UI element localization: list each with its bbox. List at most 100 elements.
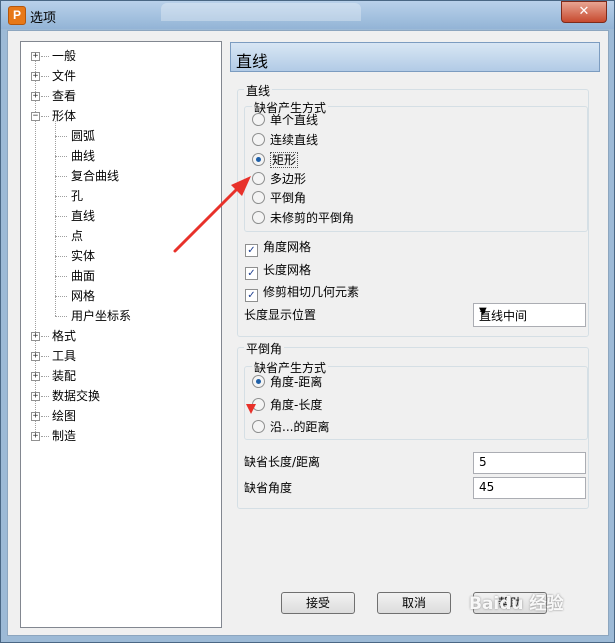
expand-icon[interactable]: + [31, 92, 40, 101]
tree-item[interactable]: 工具 [52, 347, 76, 365]
radio-button[interactable] [252, 172, 265, 185]
tree-connector [55, 136, 67, 137]
radio-angle-distance[interactable]: 角度-距离 [252, 373, 322, 391]
radio-label: 多边形 [270, 172, 307, 186]
length-position-dropdown[interactable]: 直线中间 ▼ [473, 303, 586, 327]
tree-item-label: 一般 [52, 49, 77, 63]
radio-untrimmed-chamfer[interactable]: 未修剪的平倒角 [252, 209, 354, 227]
cancel-button[interactable]: 取消 [377, 592, 451, 614]
expand-icon[interactable]: + [31, 352, 40, 361]
pane-title: 直线 [236, 52, 269, 71]
tree-connector [55, 236, 67, 237]
accept-button[interactable]: 接受 [281, 592, 355, 614]
radio-button[interactable] [252, 211, 265, 224]
title-bar[interactable]: P 选项 ✕ [1, 1, 614, 29]
radio-button[interactable] [252, 420, 265, 433]
radio-polygon[interactable]: 多边形 [252, 170, 306, 188]
checkbox[interactable]: ✓ [245, 267, 258, 280]
radio-button[interactable] [252, 133, 265, 146]
tree-item[interactable]: 实体 [71, 247, 95, 265]
radio-angle-length[interactable]: 角度-长度 [252, 396, 322, 414]
tree-item[interactable]: 格式 [52, 327, 76, 345]
collapse-icon[interactable]: − [31, 112, 40, 121]
tree-item[interactable]: 装配 [52, 367, 76, 385]
radio-continuous-line[interactable]: 连续直线 [252, 131, 318, 149]
tree-connector [41, 96, 49, 97]
tree-connector [41, 336, 49, 337]
tree-item[interactable]: 复合曲线 [71, 167, 119, 185]
close-button[interactable]: ✕ [561, 1, 607, 23]
radio-button-selected[interactable] [252, 375, 265, 388]
tree-item[interactable]: 文件 [52, 67, 76, 85]
checkbox-length-grid[interactable]: ✓ 长度网格 [245, 261, 311, 280]
radio-label: 连续直线 [270, 133, 319, 147]
tree-item[interactable]: 孔 [71, 187, 83, 205]
tree-item-label: 曲面 [71, 269, 96, 283]
tree-connector [55, 316, 67, 317]
chamfer-group-label: 平倒角 [244, 340, 285, 357]
tree-item-label: 工具 [52, 349, 77, 363]
tree-connector [41, 436, 49, 437]
line-group-label: 直线 [244, 82, 273, 99]
tree-item-label: 孔 [71, 189, 84, 203]
radio-single-line[interactable]: 单个直线 [252, 111, 318, 129]
tree-item-label: 绘图 [52, 409, 77, 423]
tree-item[interactable]: 圆弧 [71, 127, 95, 145]
expand-icon[interactable]: + [31, 72, 40, 81]
checkbox[interactable]: ✓ [245, 289, 258, 302]
tree-item[interactable]: 直线 [71, 207, 95, 225]
tree-item-label: 查看 [52, 89, 77, 103]
options-window: P 选项 ✕ + 一般 + 文件 + 查看 − 形体 圆弧 曲线 复合曲线孔直线点实体 曲面 网格 用户坐… [0, 0, 615, 643]
tree-item-label: 网格 [71, 289, 96, 303]
radio-chamfer[interactable]: 平倒角 [252, 189, 306, 207]
checkbox-trim-tangent[interactable]: ✓ 修剪相切几何元素 [245, 283, 359, 302]
default-angle-label: 缺省角度 [244, 481, 293, 495]
tree-item[interactable]: 用户坐标系 [71, 307, 131, 325]
tree-item[interactable]: 点 [71, 227, 83, 245]
tree-item[interactable]: 一般 [52, 47, 76, 65]
tree-item[interactable]: 查看 [52, 87, 76, 105]
window-title: 选项 [30, 11, 57, 26]
tree-item[interactable]: 曲线 [71, 147, 95, 165]
tree-item[interactable]: 数据交换 [52, 387, 100, 405]
expand-icon[interactable]: + [31, 52, 40, 61]
tree-item[interactable]: 制造 [52, 427, 76, 445]
tree-item-label: 形体 [52, 109, 77, 123]
app-icon: P [8, 6, 26, 25]
default-angle-input[interactable]: 45 [473, 477, 586, 499]
default-length-input[interactable]: 5 [473, 452, 586, 474]
tree-item-label: 制造 [52, 429, 77, 443]
tree-connector [55, 216, 67, 217]
tree-connector [55, 296, 67, 297]
tree-item[interactable]: 曲面 [71, 267, 95, 285]
tree-item-label: 曲线 [71, 149, 96, 163]
expand-icon[interactable]: + [31, 392, 40, 401]
chevron-down-icon[interactable]: ▼ [479, 306, 581, 317]
radio-rectangle[interactable]: 矩形 [252, 151, 299, 169]
radio-label: 单个直线 [270, 113, 319, 127]
radio-label: 沿...的距离 [270, 420, 330, 434]
expand-icon[interactable]: + [31, 412, 40, 421]
expand-icon[interactable]: + [31, 332, 40, 341]
tree-item-label: 圆弧 [71, 129, 96, 143]
checkbox-angle-grid[interactable]: ✓ 角度网格 [245, 238, 311, 257]
radio-button[interactable] [252, 113, 265, 126]
options-tree[interactable]: + 一般 + 文件 + 查看 − 形体圆弧曲线复合曲线孔直线点实体曲面网格用户坐标系 + 格式 + 工… [20, 41, 222, 628]
pane-header: 直线 [230, 42, 600, 72]
radio-button[interactable] [252, 191, 265, 204]
radio-button-selected[interactable] [252, 153, 265, 166]
input-value: 45 [479, 480, 495, 494]
tree-item-label: 用户坐标系 [71, 309, 132, 323]
tree-item[interactable]: 形体 [52, 107, 76, 125]
expand-icon[interactable]: + [31, 372, 40, 381]
radio-distance-along[interactable]: 沿...的距离 [252, 418, 329, 436]
tree-connector [41, 396, 49, 397]
tree-item[interactable]: 绘图 [52, 407, 76, 425]
radio-button[interactable] [252, 398, 265, 411]
checkbox[interactable]: ✓ [245, 244, 258, 257]
tree-item[interactable]: 网格 [71, 287, 95, 305]
tree-connector [41, 76, 49, 77]
tree-connector [55, 156, 67, 157]
expand-icon[interactable]: + [31, 432, 40, 441]
radio-label: 角度-距离 [270, 375, 323, 389]
